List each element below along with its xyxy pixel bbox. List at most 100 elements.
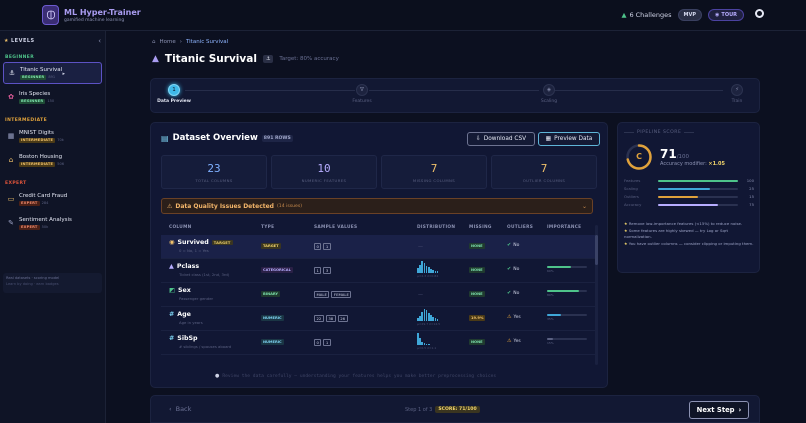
page-title-row: ▲ Titanic Survival ⚓ Target: 80% accurac… xyxy=(152,53,339,65)
sidebar-item-sentiment[interactable]: ✎ Sentiment Analysis EXPERT 50k xyxy=(3,212,102,234)
bar-track xyxy=(658,196,738,198)
group-beginner: BEGINNER xyxy=(5,55,35,60)
back-button[interactable]: ‹ Back xyxy=(169,405,191,413)
table-row[interactable]: ◉ Survived TARGET 0 = No, 1 = Yes TARGET… xyxy=(161,235,595,259)
house-icon: ⌂ xyxy=(8,156,14,164)
sidebar-item-mnist[interactable]: ▦ MNIST Digits INTERMEDIATE 70k xyxy=(3,125,102,147)
table-row[interactable]: # Age Age in years NUMERIC 22 38 26 μ=29… xyxy=(161,307,595,331)
score-bar-features: Features 100 xyxy=(624,178,754,184)
rows-badge: 891 ROWS xyxy=(261,134,293,142)
level-tag: INTERMEDIATE xyxy=(19,161,56,167)
data-quality-banner[interactable]: ⚠ Data Quality Issues Detected (14 issue… xyxy=(161,198,593,214)
github-icon[interactable] xyxy=(755,9,764,18)
download-csv-button[interactable]: ⇩ Download CSV xyxy=(467,132,535,146)
challenges-count[interactable]: ▲ 6 Challenges xyxy=(621,11,671,19)
pipeline-score-card: PIPELINE SCORE C 71/100 Accuracy modifie… xyxy=(617,122,760,273)
sidebar-item-titanic[interactable]: ⚓ Titanic Survival BEGINNER 891 ▸ xyxy=(3,62,102,84)
next-step-button[interactable]: Next Step › xyxy=(689,401,749,419)
sidebar-item-boston[interactable]: ⌂ Boston Housing INTERMEDIATE 506 xyxy=(3,149,102,171)
outliers-text: No xyxy=(513,266,520,272)
bar-value: 15 xyxy=(749,194,754,199)
chat-icon: ✎ xyxy=(8,219,14,227)
ship-icon: ⚓ xyxy=(262,55,274,63)
type-badge: NUMERIC xyxy=(261,315,284,321)
divider xyxy=(684,132,695,133)
sample-chip: 1 xyxy=(323,243,331,250)
level-text: MNIST Digits INTERMEDIATE 70k xyxy=(19,130,64,143)
app-logo xyxy=(42,5,59,25)
level-score: 506 xyxy=(57,162,65,166)
outliers-status: ⚠ Yes xyxy=(507,314,521,320)
recommendation: ★ Some features are highly skewed — try … xyxy=(624,228,755,239)
bar-fill xyxy=(658,196,698,198)
bar-track xyxy=(658,188,738,190)
sample-values: 0 1 xyxy=(314,339,331,346)
level-meta: EXPERT 50k xyxy=(19,224,72,230)
dataset-header: ▤ Dataset Overview 891 ROWS xyxy=(161,133,293,143)
table-row[interactable]: ◩ Sex Passenger gender BINARY MALE FEMAL… xyxy=(161,283,595,307)
step-scaling[interactable]: ◈ Scaling xyxy=(529,84,569,104)
warning-icon: ⚠ xyxy=(507,314,512,320)
type-badge: CATEGORICAL xyxy=(261,267,293,273)
bar-track xyxy=(658,180,738,182)
sidebar-item-credit-card[interactable]: ▭ Credit Card Fraud EXPERT 284 xyxy=(3,188,102,210)
type-badge: BINARY xyxy=(261,291,281,297)
sample-values: 1 3 xyxy=(314,267,331,274)
sample-chip: 22 xyxy=(314,315,324,322)
bar-fill xyxy=(658,204,718,206)
recommendation-text: You have outlier columns — consider clip… xyxy=(628,241,754,247)
star-icon: ★ xyxy=(624,228,628,234)
download-csv-label: Download CSV xyxy=(483,136,527,142)
outliers-status: ✔ No xyxy=(507,242,519,248)
accuracy-modifier: Accuracy modifier: ×1.05 xyxy=(660,161,725,167)
level-name: Boston Housing xyxy=(19,153,63,160)
step-of-text: Step 1 of 3 xyxy=(405,406,433,413)
bar-value: 75 xyxy=(749,202,754,207)
tour-button[interactable]: ◉ TOUR xyxy=(708,9,744,21)
missing-badge: NONE xyxy=(469,291,485,297)
table-row[interactable]: ▲ Pclass Ticket class (1st, 2nd, 3rd) CA… xyxy=(161,259,595,283)
target-text: Target: 80% accuracy xyxy=(279,56,339,62)
step-features[interactable]: ∇ Features xyxy=(342,84,382,104)
chevron-right-icon: ▸ xyxy=(62,71,65,77)
breadcrumb-home[interactable]: Home xyxy=(160,39,176,45)
step-train[interactable]: ⚡ Train xyxy=(717,84,757,104)
page-title: Titanic Survival xyxy=(164,53,257,65)
table-scrollbar[interactable] xyxy=(595,225,598,365)
table-row[interactable]: # SibSp # siblings / spouses aboard NUME… xyxy=(161,331,595,355)
col-desc: Age in years xyxy=(179,320,203,325)
outliers-status: ✔ No xyxy=(507,266,519,272)
collapse-sidebar-icon[interactable]: ‹ xyxy=(98,37,101,45)
th-missing: MISSING xyxy=(469,225,492,230)
col-name-text: SibSp xyxy=(177,335,198,342)
bar-value: 100 xyxy=(746,178,754,183)
check-icon: ✔ xyxy=(507,290,512,296)
sidebar-item-iris[interactable]: ✿ Iris Species BEGINNER 150 xyxy=(3,86,102,108)
stat-caption: NUMERIC FEATURES xyxy=(301,178,347,183)
step-connector xyxy=(553,90,723,91)
download-icon: ⇩ xyxy=(475,136,481,142)
th-samples: SAMPLE VALUES xyxy=(314,225,358,230)
sample-chip: 1 xyxy=(323,339,331,346)
app-subtitle: gamified machine learning xyxy=(64,18,125,23)
preview-data-button[interactable]: ▦ Preview Data xyxy=(538,132,600,146)
step-dot: 1 xyxy=(168,84,180,96)
level-score: 891 xyxy=(48,75,56,79)
top-actions: ▲ 6 Challenges MVP ◉ TOUR xyxy=(621,9,762,21)
levels-title: LEVELS xyxy=(10,38,35,44)
sidebar: ★ LEVELS ‹ BEGINNER ⚓ Titanic Survival B… xyxy=(0,31,106,423)
level-tag: EXPERT xyxy=(19,224,40,230)
importance-bar: 80% xyxy=(547,290,587,297)
table-icon: ▦ xyxy=(545,136,552,142)
level-score: 284 xyxy=(41,201,49,205)
th-importance: IMPORTANCE xyxy=(547,225,582,230)
col-name-text: Age xyxy=(177,311,191,318)
importance-bar: 15% xyxy=(547,338,587,345)
step-label: Train xyxy=(731,99,743,104)
missing-badge: 19.9% xyxy=(469,315,486,321)
level-meta: INTERMEDIATE 70k xyxy=(19,137,64,143)
histogram-bars xyxy=(417,261,439,273)
step-data-preview[interactable]: 1 Data Preview xyxy=(154,84,194,104)
levels-title-wrap: ★ LEVELS xyxy=(4,38,35,44)
score-max: /100 xyxy=(676,154,690,160)
